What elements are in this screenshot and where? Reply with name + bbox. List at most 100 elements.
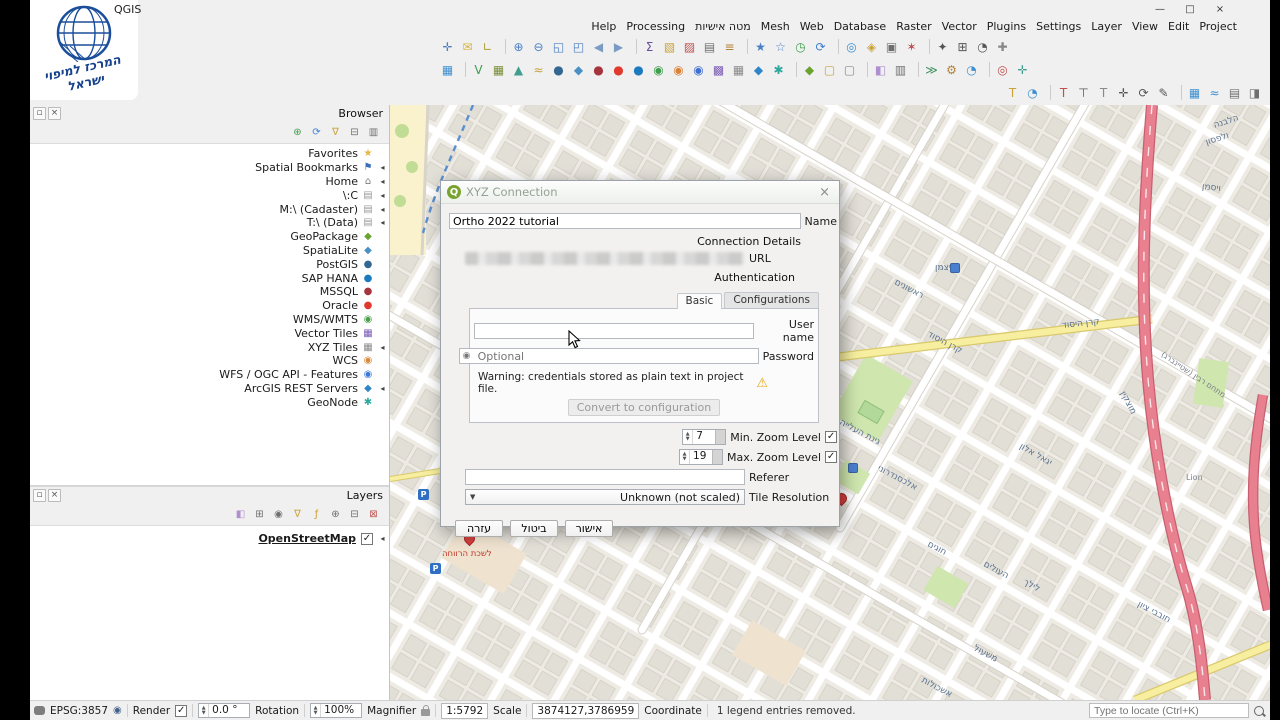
convert-to-configuration-button[interactable]: Convert to configuration xyxy=(567,399,721,416)
browser-item-geopackage[interactable]: GeoPackage ◆ xyxy=(30,230,389,244)
tile-resolution-select[interactable]: ▼ Unknown (not scaled) xyxy=(465,489,745,505)
browser-item-t-drive[interactable]: T:\ (Data) ▤ ◂ xyxy=(30,216,389,230)
add-mssql-layer-icon[interactable]: ● xyxy=(589,60,608,79)
remove-layer-icon[interactable]: ⊠ xyxy=(366,507,381,522)
browser-item-sap-hana[interactable]: SAP HANA ● xyxy=(30,271,389,285)
float-panel-icon[interactable]: ▫ xyxy=(33,106,46,120)
spin-arrows-icon[interactable]: ▲ ▼ xyxy=(311,704,322,717)
browser-item-vector-tiles[interactable]: Vector Tiles ▦ xyxy=(30,326,389,340)
menu-item-database[interactable]: Database xyxy=(829,20,892,33)
add-wms-layer-icon[interactable]: ◉ xyxy=(649,60,668,79)
zoom-to-selection-icon[interactable]: ◰ xyxy=(569,37,588,56)
menu-item-plugins[interactable]: Plugins xyxy=(982,20,1031,33)
tab-configurations[interactable]: Configurations xyxy=(724,292,819,308)
new-shapefile-layer-icon[interactable]: ▢ xyxy=(820,60,839,79)
referer-input[interactable] xyxy=(465,469,745,485)
browser-item-mssql[interactable]: MSSQL ● xyxy=(30,285,389,299)
new-3d-map-view-icon[interactable]: ▦ xyxy=(1185,83,1204,102)
browser-item-wcs[interactable]: WCS ◉ xyxy=(30,354,389,368)
rotation-spinbox[interactable]: ▲ ▼ 0.0 ° xyxy=(198,703,251,718)
add-wfs-layer-icon[interactable]: ◉ xyxy=(689,60,708,79)
move-label-icon[interactable]: ✛ xyxy=(1114,83,1133,102)
browser-item-spatialite[interactable]: SpatiaLite ◆ xyxy=(30,244,389,258)
menu-item-mesh[interactable]: Mesh xyxy=(756,20,795,33)
menu-item-view[interactable]: View xyxy=(1127,20,1163,33)
georeferencer-icon[interactable]: ✛ xyxy=(1013,60,1032,79)
add-spatialite-layer-icon[interactable]: ◆ xyxy=(569,60,588,79)
new-bookmark-icon[interactable]: ★ xyxy=(751,37,770,56)
url-value-obscured[interactable] xyxy=(465,252,745,265)
browser-item-spatial-bookmarks[interactable]: Spatial Bookmarks ⚑ ◂ xyxy=(30,161,389,175)
plugin-manager-icon[interactable]: ◔ xyxy=(962,60,981,79)
add-mesh-layer-icon[interactable]: ▲ xyxy=(509,60,528,79)
expand-all-icon[interactable]: ⊕ xyxy=(328,507,343,522)
pan-map-icon[interactable]: ✛ xyxy=(438,37,457,56)
collapse-all-icon[interactable]: ⊟ xyxy=(347,125,362,140)
browser-item-arcgis-rest[interactable]: ArcGIS REST Servers ◆ ◂ xyxy=(30,382,389,396)
expand-arrow-icon[interactable]: ◂ xyxy=(378,191,387,200)
map-tips-icon[interactable]: ✉ xyxy=(458,37,477,56)
add-wcs-layer-icon[interactable]: ◉ xyxy=(669,60,688,79)
password-input[interactable] xyxy=(458,348,759,364)
measure-line-icon[interactable]: ∟ xyxy=(478,37,497,56)
layer-labeling-options-icon[interactable]: T xyxy=(1003,83,1022,102)
identify-features-icon[interactable]: ◎ xyxy=(842,37,861,56)
osm-place-search-icon[interactable]: ◎ xyxy=(993,60,1012,79)
messages-icon[interactable]: ✶ xyxy=(902,37,921,56)
poi-marker[interactable] xyxy=(950,263,960,273)
show-bookmarks-icon[interactable]: ☆ xyxy=(771,37,790,56)
add-xyz-layer-icon[interactable]: ▦ xyxy=(729,60,748,79)
rotate-label-icon[interactable]: ⟳ xyxy=(1134,83,1153,102)
menu-item-edit[interactable]: Edit xyxy=(1163,20,1194,33)
add-selected-layers-icon[interactable]: ⊕ xyxy=(290,125,305,140)
expand-arrow-icon[interactable]: ◂ xyxy=(378,534,387,543)
layer-visibility-checkbox[interactable]: ✓ xyxy=(361,532,373,545)
dialog-close-icon[interactable]: × xyxy=(816,185,833,200)
browser-item-wms-wmts[interactable]: WMS/WMTS ◉ xyxy=(30,313,389,327)
add-hana-layer-icon[interactable]: ● xyxy=(629,60,648,79)
browser-item-postgis[interactable]: PostGIS ● xyxy=(30,257,389,271)
add-postgis-layer-icon[interactable]: ● xyxy=(549,60,568,79)
close-panel-icon[interactable]: × xyxy=(48,488,61,502)
new-temporary-scratch-layer-icon[interactable]: ▢ xyxy=(840,60,859,79)
decorations-icon[interactable]: ✚ xyxy=(993,37,1012,56)
zoom-full-icon[interactable]: ◱ xyxy=(549,37,568,56)
menu-item-raster[interactable]: Raster xyxy=(891,20,936,33)
close-icon[interactable]: × xyxy=(1205,0,1235,18)
filter-legend-icon[interactable]: ∇ xyxy=(290,507,305,522)
close-panel-icon[interactable]: × xyxy=(48,106,61,120)
poi-marker[interactable] xyxy=(848,463,858,473)
browser-item-c-drive[interactable]: \:C ▤ ◂ xyxy=(30,188,389,202)
filter-by-expression-icon[interactable]: ƒ xyxy=(309,507,324,522)
temporal-controller-icon[interactable]: ◷ xyxy=(791,37,810,56)
menu-item-layer[interactable]: Layer xyxy=(1086,20,1127,33)
crs-status[interactable]: EPSG:3857 xyxy=(50,705,108,717)
dialog-titlebar[interactable]: Q XYZ Connection × xyxy=(441,181,839,204)
map-overview-icon[interactable]: ▣ xyxy=(882,37,901,56)
name-input[interactable] xyxy=(449,213,801,229)
open-data-source-manager-icon[interactable]: ▦ xyxy=(438,60,457,79)
spin-grip[interactable] xyxy=(715,430,726,444)
add-vector-layer-icon[interactable]: V xyxy=(469,60,488,79)
lock-icon[interactable] xyxy=(421,705,431,716)
menu-item-processing[interactable]: Processing xyxy=(621,20,690,33)
browser-item-m-drive[interactable]: M:\ (Cadaster) ▤ ◂ xyxy=(30,202,389,216)
coordinate-input[interactable]: 3874127,3786959 xyxy=(532,702,640,719)
parking-marker[interactable]: P xyxy=(418,489,429,500)
add-delimited-text-icon[interactable]: ≈ xyxy=(529,60,548,79)
refresh-browser-icon[interactable]: ⟳ xyxy=(309,125,324,140)
python-console-icon[interactable]: ≫ xyxy=(922,60,941,79)
refresh-map-icon[interactable]: ⟳ xyxy=(811,37,830,56)
minimize-icon[interactable]: — xyxy=(1145,0,1175,18)
touch-zoom-icon[interactable]: ⊞ xyxy=(953,37,972,56)
open-attribute-table-icon[interactable]: ▤ xyxy=(700,37,719,56)
new-geopackage-layer-icon[interactable]: ◆ xyxy=(800,60,819,79)
zoom-next-icon[interactable]: ▶ xyxy=(609,37,628,56)
locate-input[interactable] xyxy=(1089,703,1249,718)
expand-arrow-icon[interactable]: ◂ xyxy=(378,177,387,186)
min-zoom-spinbox[interactable]: ▲ ▼ 7 xyxy=(682,429,727,445)
expand-arrow-icon[interactable]: ◂ xyxy=(378,163,387,172)
manage-map-themes-icon[interactable]: ◉ xyxy=(271,507,286,522)
add-arcgis-layer-icon[interactable]: ◆ xyxy=(749,60,768,79)
menu-item-help[interactable]: Help xyxy=(586,20,621,33)
